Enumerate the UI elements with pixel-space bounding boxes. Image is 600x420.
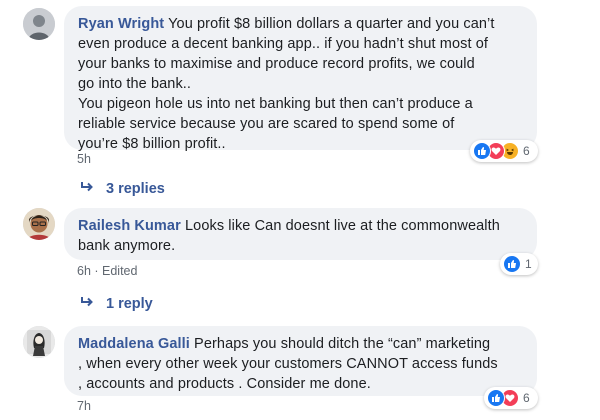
reaction-summary[interactable]: 6 xyxy=(470,140,538,162)
comment-text: go into the bank.. xyxy=(78,76,192,92)
view-replies-link[interactable]: 3 replies xyxy=(80,181,165,197)
comment-text: your banks to maximise and produce recor… xyxy=(78,56,475,72)
comment-timestamp[interactable]: 5h xyxy=(77,152,91,166)
comment-author[interactable]: Maddalena Galli xyxy=(78,336,190,352)
avatar-image xyxy=(23,8,55,40)
like-icon xyxy=(473,142,491,160)
view-replies-link[interactable]: 1 reply xyxy=(80,296,153,312)
comment-timestamp[interactable]: 7h xyxy=(77,399,91,413)
reaction-count: 1 xyxy=(525,257,532,271)
comment-author[interactable]: Railesh Kumar xyxy=(78,218,181,234)
comment-author[interactable]: Ryan Wright xyxy=(78,16,164,32)
comment-timestamp[interactable]: 6h · Edited xyxy=(77,264,137,278)
reply-arrow-icon xyxy=(80,296,94,312)
comment-text: You profit $8 billion dollars a quarter … xyxy=(168,16,495,32)
comment-bubble: Ryan Wright You profit $8 billion dollar… xyxy=(64,6,537,152)
avatar[interactable] xyxy=(23,8,55,40)
avatar[interactable] xyxy=(23,208,55,240)
comment-text: reliable service because you are scared … xyxy=(78,116,455,132)
reaction-count: 6 xyxy=(523,391,530,405)
comment-text: bank anymore. xyxy=(78,238,176,254)
comment-text: , accounts and products . Consider me do… xyxy=(78,376,371,392)
avatar-image xyxy=(23,208,55,240)
reply-arrow-icon xyxy=(80,181,94,197)
replies-label: 1 reply xyxy=(106,296,153,312)
comment-text: you’re $8 billion profit.. xyxy=(78,136,226,152)
like-icon xyxy=(487,389,505,407)
reaction-count: 6 xyxy=(523,144,530,158)
replies-label: 3 replies xyxy=(106,181,165,197)
comment-bubble: Railesh Kumar Looks like Can doesnt live… xyxy=(64,208,537,260)
comment-text: , when every other week your customers C… xyxy=(78,356,498,372)
comment-text: You pigeon hole us into net banking but … xyxy=(78,96,473,112)
comment-bubble: Maddalena Galli Perhaps you should ditch… xyxy=(64,326,537,396)
avatar-image xyxy=(23,326,55,358)
comment-text: Perhaps you should ditch the “can” marke… xyxy=(194,336,491,352)
like-icon xyxy=(503,255,521,273)
avatar[interactable] xyxy=(23,326,55,358)
comment-text: even produce a decent banking app.. if y… xyxy=(78,36,489,52)
reaction-summary[interactable]: 1 xyxy=(500,253,538,275)
reaction-summary[interactable]: 6 xyxy=(484,387,538,409)
comment-text: Looks like Can doesnt live at the common… xyxy=(184,218,500,234)
